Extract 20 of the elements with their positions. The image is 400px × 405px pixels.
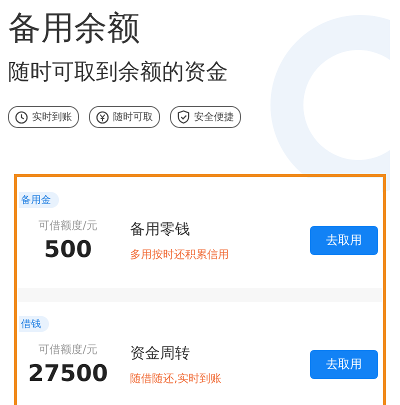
page-subtitle: 随时可取到余额的资金 (8, 59, 229, 87)
product-slogan: 多用按时还积累信用 (130, 246, 230, 262)
product-name: 资金周转 (130, 344, 191, 362)
withdraw-button[interactable]: 去取用 (310, 350, 378, 379)
product-slogan: 随借随还,实时到账 (130, 370, 222, 386)
limit-label: 可借额度/元 (38, 342, 98, 357)
limit-label: 可借额度/元 (38, 218, 98, 233)
product-name: 备用零钱 (130, 220, 191, 238)
shield-check-icon (177, 110, 190, 124)
feature-label: 随时可取 (113, 110, 153, 124)
product-tag: 备用金 (19, 192, 59, 208)
page-title: 备用余额 (8, 7, 141, 49)
feature-label: 实时到账 (32, 110, 72, 124)
limit-amount: 27500 (28, 361, 108, 387)
yuan-coin-icon (96, 110, 109, 124)
limit-amount: 500 (44, 237, 92, 263)
clock-icon (15, 110, 28, 124)
feature-label: 安全便捷 (194, 110, 234, 124)
product-tag: 借钱 (19, 316, 49, 332)
withdraw-button[interactable]: 去取用 (310, 226, 378, 255)
